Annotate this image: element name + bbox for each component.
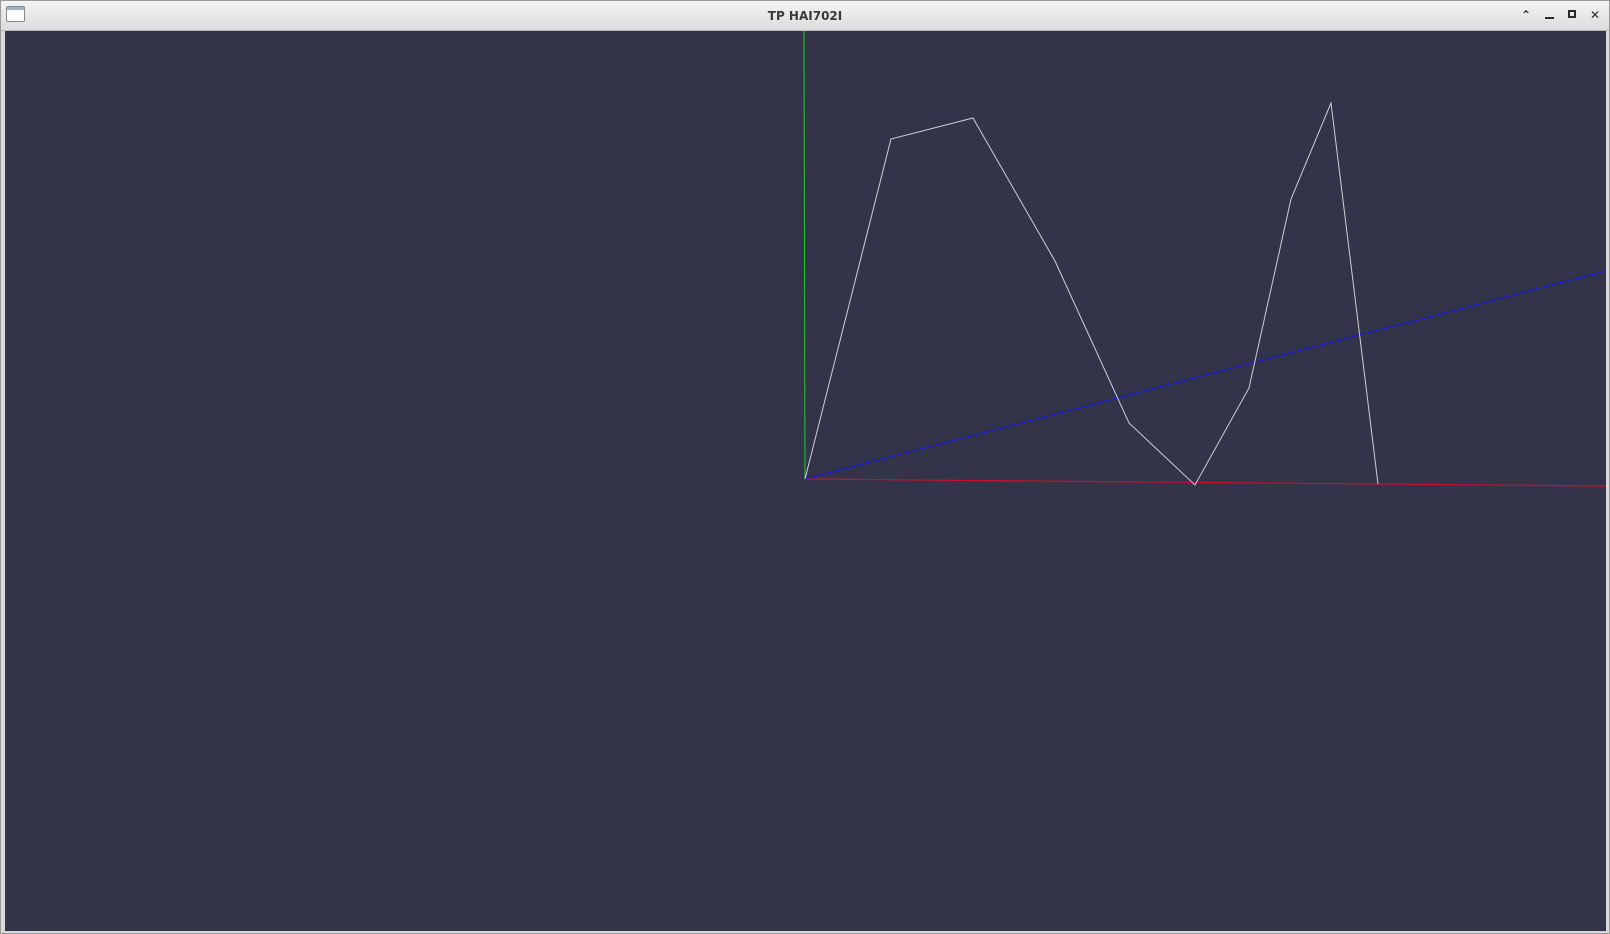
- title-bar[interactable]: TP HAI702I ⌃ ✕: [1, 1, 1609, 31]
- application-window: TP HAI702I ⌃ ✕: [0, 0, 1610, 934]
- opengl-viewport[interactable]: [5, 31, 1606, 931]
- minimize-icon[interactable]: [1541, 7, 1557, 23]
- y-axis-line: [803, 31, 806, 480]
- close-icon[interactable]: ✕: [1587, 7, 1603, 23]
- z-axis-line: [804, 270, 1606, 480]
- scene-canvas: [803, 31, 1606, 487]
- chevron-up-icon[interactable]: ⌃: [1518, 7, 1534, 23]
- window-title: TP HAI702I: [767, 9, 843, 23]
- x-axis-line: [804, 478, 1606, 487]
- curve-polyline: [804, 101, 1379, 486]
- maximize-icon[interactable]: [1564, 7, 1580, 23]
